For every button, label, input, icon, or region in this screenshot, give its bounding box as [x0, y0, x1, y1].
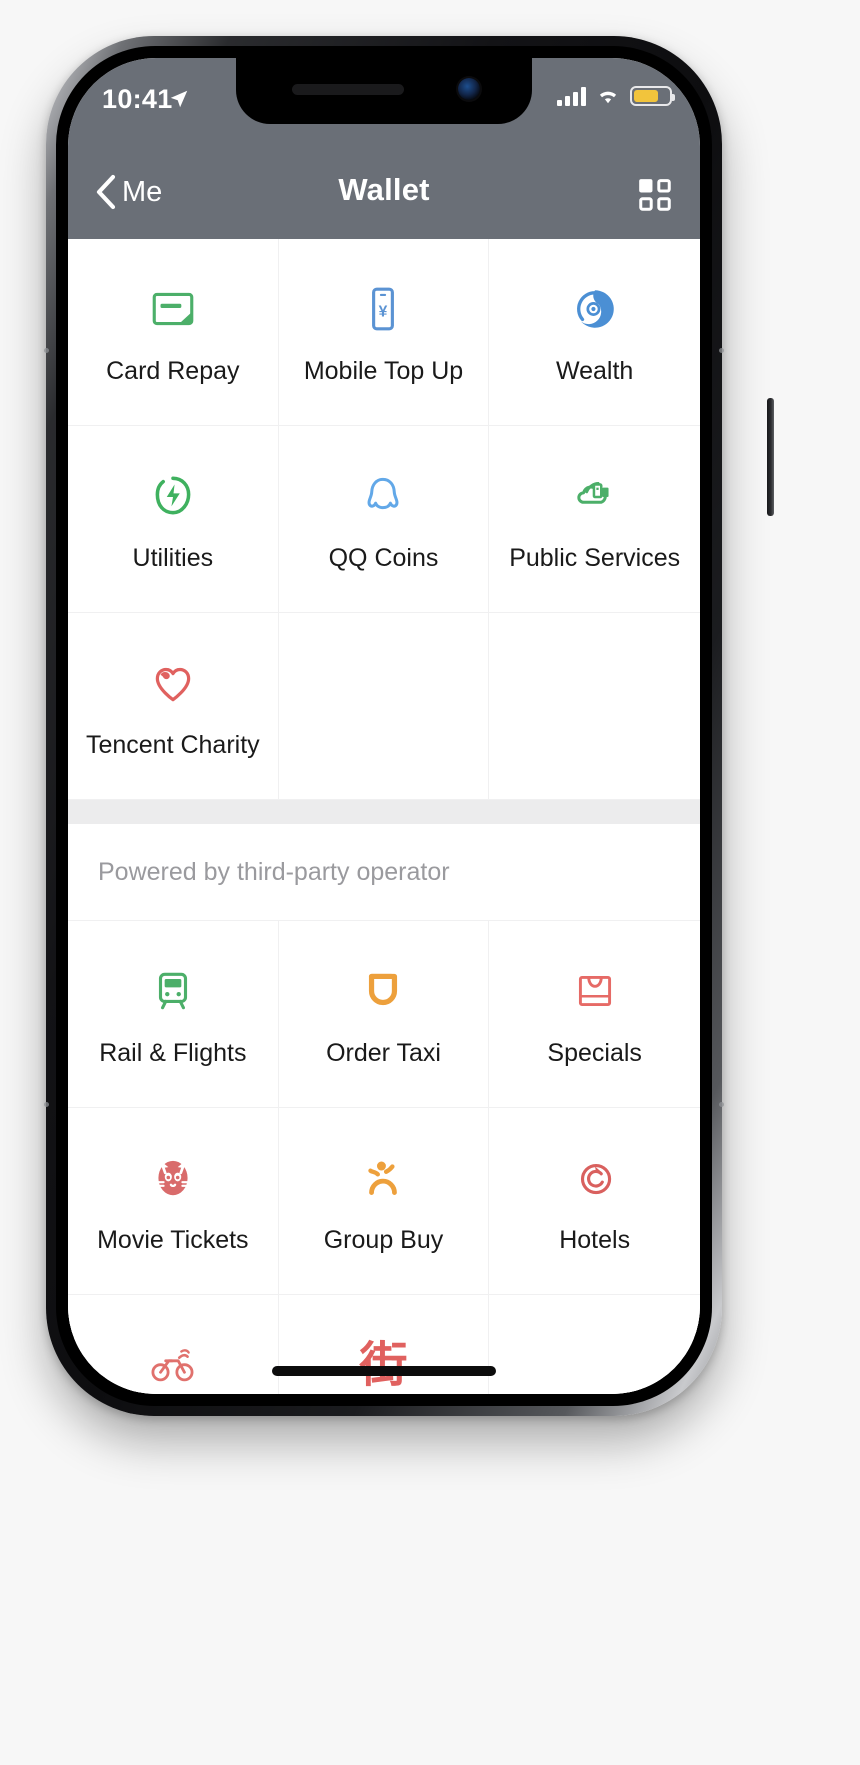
service-label: Movie Tickets [97, 1225, 249, 1254]
service-cell-movie-tickets[interactable]: Movie Tickets [68, 1108, 279, 1295]
grid-squares-icon[interactable] [636, 176, 674, 214]
service-label: Public Services [509, 543, 681, 572]
service-cell-group-buy[interactable]: Group Buy [278, 1108, 490, 1295]
status-bar: 10:41 [68, 58, 700, 146]
third-party-services-grid: Rail & Flights Order Taxi Specials Movie… [68, 921, 700, 1394]
service-label: Card Repay [106, 356, 240, 385]
phone-device-frame: 10:41 Me Wallet Card Repay ¥ Mobile Top … [44, 36, 774, 1416]
empty-cell [489, 1295, 700, 1394]
phone-screen: 10:41 Me Wallet Card Repay ¥ Mobile Top … [68, 58, 700, 1394]
frame-antenna-nub [44, 348, 49, 353]
service-cell-public-services[interactable]: Public Services [489, 426, 700, 613]
hotel-swirl-icon [570, 1150, 620, 1206]
service-cell-card-repay[interactable]: Card Repay [68, 239, 279, 426]
service-label: Mobile Top Up [303, 356, 464, 385]
third-party-header: Powered by third-party operator [68, 824, 700, 921]
service-label: Specials [547, 1038, 642, 1067]
phone-bezel: 10:41 Me Wallet Card Repay ¥ Mobile Top … [56, 46, 712, 1406]
page-title: Wallet [338, 172, 430, 207]
official-services-grid: Card Repay ¥ Mobile Top Up Wealth Utilit… [68, 239, 700, 800]
wallet-service-list[interactable]: Card Repay ¥ Mobile Top Up Wealth Utilit… [68, 239, 700, 1394]
service-label: Group Buy [323, 1225, 444, 1254]
shopping-bag-icon [570, 963, 620, 1019]
wealth-circle-icon [570, 281, 620, 337]
cat-face-icon [148, 1150, 198, 1206]
service-label: QQ Coins [328, 543, 439, 572]
service-cell-mobile-top-up[interactable]: ¥ Mobile Top Up [278, 239, 490, 426]
service-cell-utilities[interactable]: Utilities [68, 426, 279, 613]
service-cell-rail-flights[interactable]: Rail & Flights [68, 921, 279, 1108]
service-label: Utilities [132, 543, 214, 572]
service-label: Order Taxi [326, 1038, 441, 1067]
service-label: Wealth [555, 356, 634, 385]
train-icon [148, 963, 198, 1019]
service-label: Hotels [559, 1225, 631, 1254]
service-label: Rail & Flights [99, 1038, 247, 1067]
service-cell-specials[interactable]: Specials [489, 921, 700, 1108]
service-cell-wealth[interactable]: Wealth [489, 239, 700, 426]
bicycle-icon [148, 1337, 198, 1393]
city-cloud-icon [570, 468, 620, 524]
bolt-circle-icon [148, 468, 198, 524]
heart-hand-icon [148, 655, 198, 711]
front-camera-icon [458, 78, 480, 100]
service-cell-order-taxi[interactable]: Order Taxi [278, 921, 490, 1108]
cellular-signal-icon [557, 86, 586, 106]
status-bar-time: 10:41 [102, 84, 173, 114]
person-cheer-icon [358, 1150, 408, 1206]
empty-cell [278, 613, 490, 800]
phone-yen-icon: ¥ [358, 281, 408, 337]
section-divider [68, 800, 700, 824]
device-notch [236, 58, 532, 124]
service-cell-hotels[interactable]: Hotels [489, 1108, 700, 1295]
home-indicator-bar[interactable] [272, 1366, 496, 1376]
service-label: Tencent Charity [85, 730, 260, 759]
qq-penguin-icon [358, 468, 408, 524]
frame-antenna-nub [719, 348, 724, 353]
service-cell-womens-style[interactable]: 街 Women's Style [279, 1295, 490, 1394]
location-arrow-icon [170, 90, 188, 108]
service-cell-bicycle[interactable]: Bicycle [68, 1295, 279, 1394]
credit-card-icon [148, 281, 198, 337]
svg-text:¥: ¥ [379, 303, 388, 320]
wifi-icon [599, 91, 617, 104]
jie-character-icon: 街 [359, 1337, 407, 1393]
status-bar-indicators [557, 86, 675, 106]
service-cell-qq-coins[interactable]: QQ Coins [278, 426, 490, 613]
frame-antenna-nub [719, 1102, 724, 1107]
empty-cell [489, 613, 700, 800]
power-button[interactable] [767, 398, 774, 516]
navigation-bar: Me Wallet [68, 146, 700, 239]
didi-taxi-icon [358, 963, 408, 1019]
battery-icon [630, 86, 675, 106]
frame-antenna-nub [44, 1102, 49, 1107]
earpiece-speaker [292, 84, 404, 95]
jie-glyph: 街 [359, 1336, 408, 1393]
service-cell-tencent-charity[interactable]: Tencent Charity [68, 613, 279, 800]
